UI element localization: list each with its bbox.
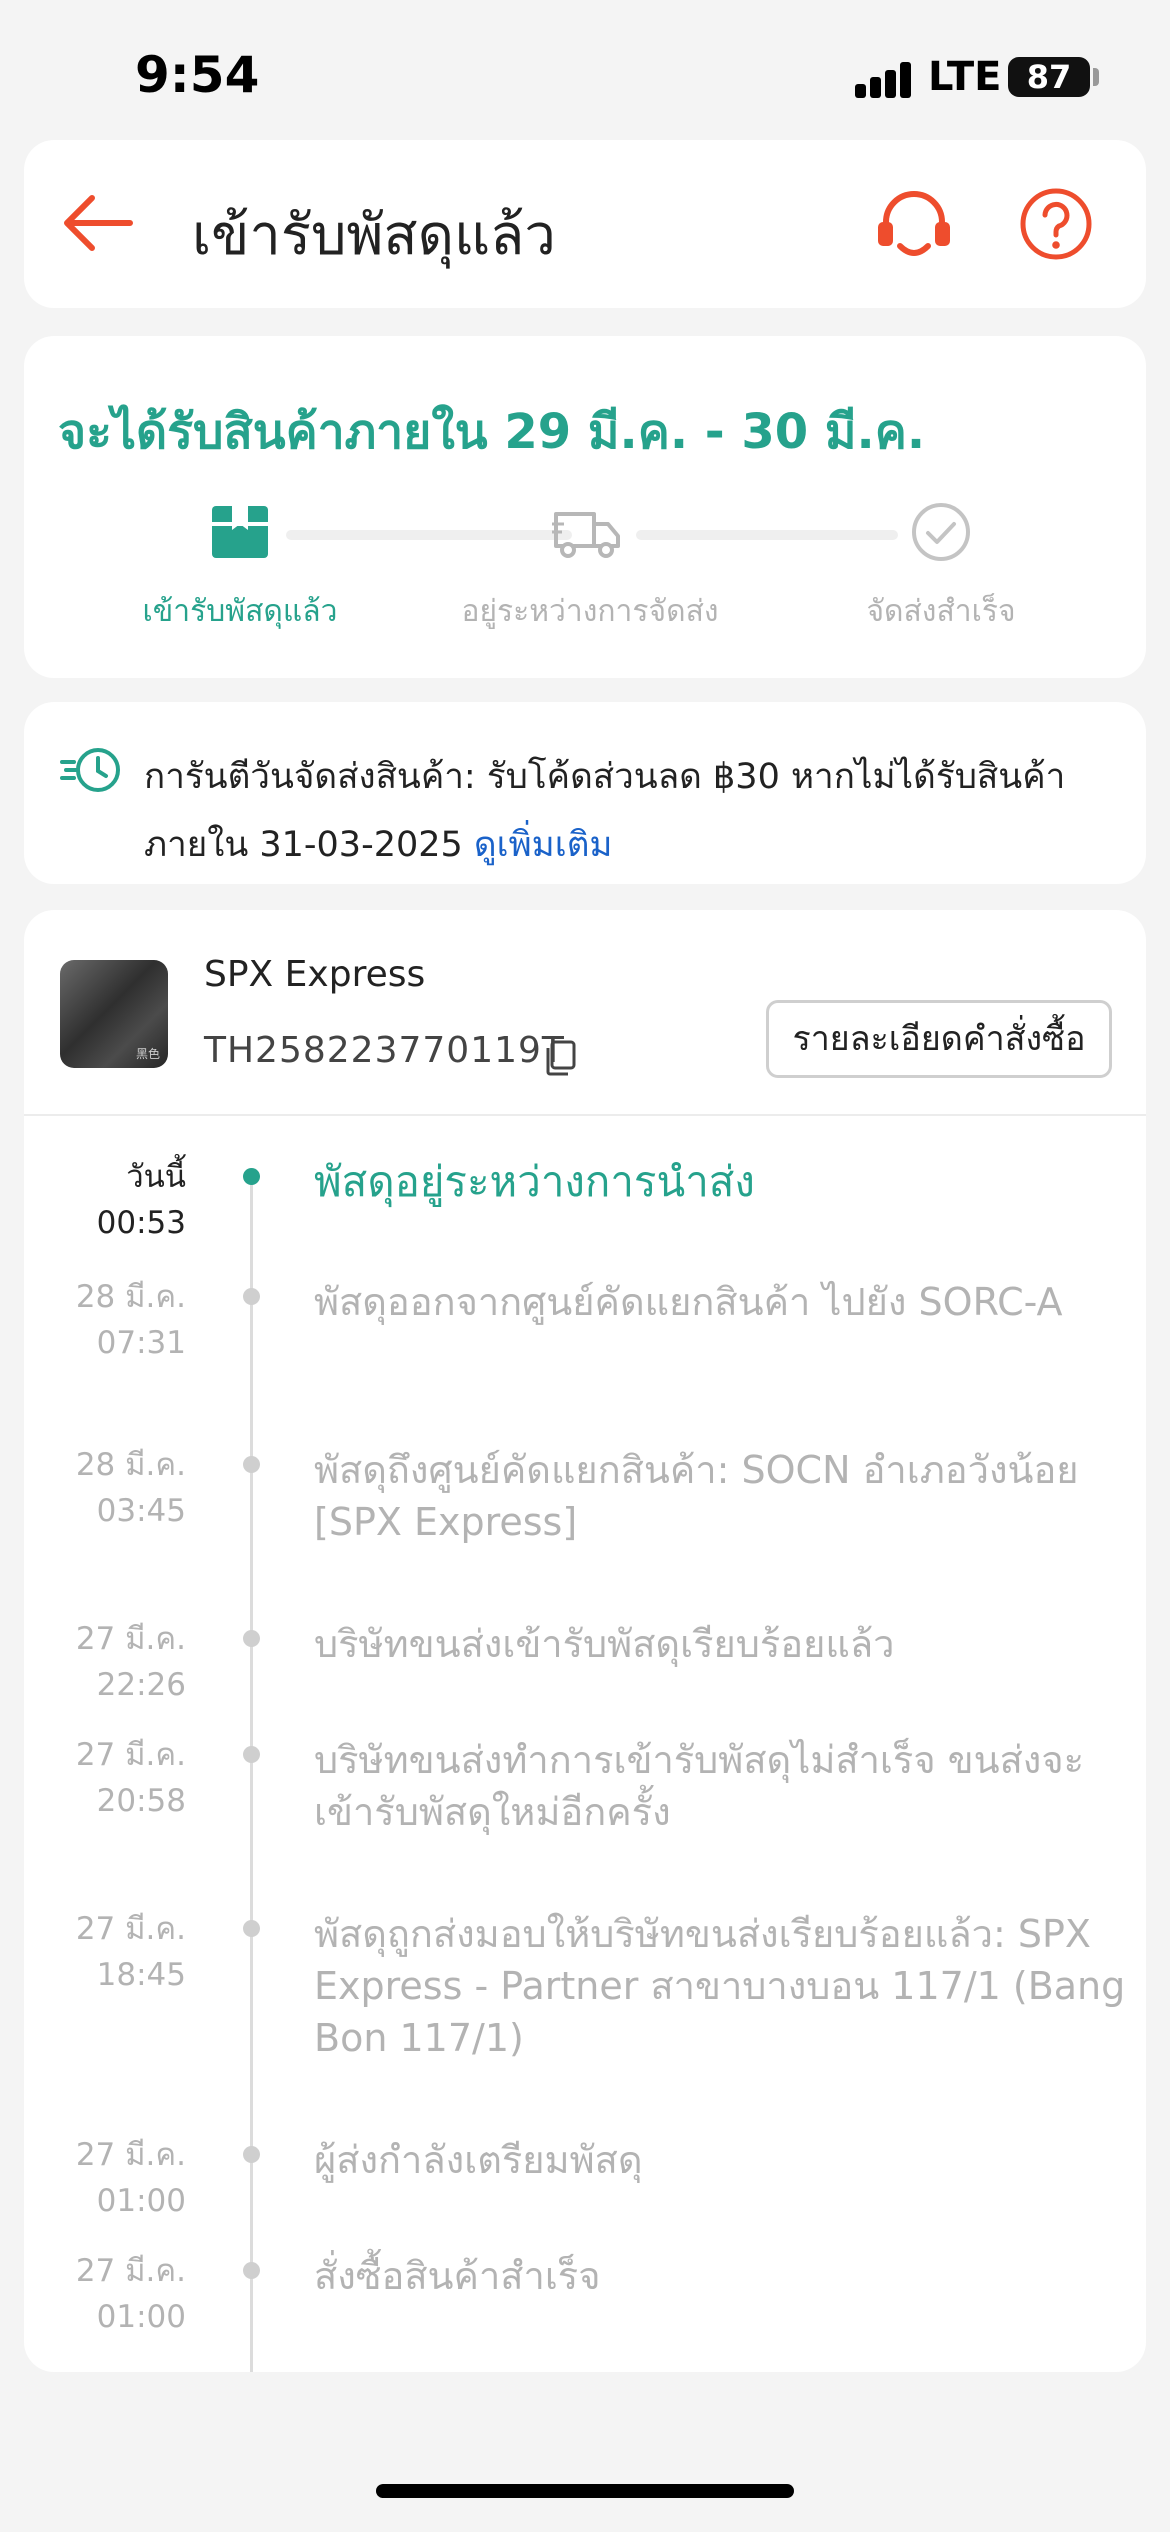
- delivery-progress-card: จะได้รับสินค้าภายใน 29 มี.ค. - 30 มี.ค. …: [24, 336, 1146, 678]
- event-dot: [243, 1288, 260, 1305]
- event-dot: [243, 1746, 260, 1763]
- status-bar: 9:54 LTE 87: [0, 0, 1170, 140]
- signal-icon: [855, 62, 915, 98]
- network-type: LTE: [928, 54, 1002, 100]
- help-icon[interactable]: [1016, 184, 1096, 264]
- header-bar: เข้ารับพัสดุแล้ว: [24, 140, 1146, 308]
- timeline-line: [250, 1172, 253, 2372]
- package-icon: [212, 506, 268, 558]
- event-date: 27 มี.ค. 01:00: [75, 2253, 186, 2335]
- product-thumbnail[interactable]: 黑色: [60, 960, 168, 1068]
- tracking-number: TH258223770119T: [204, 1030, 565, 1071]
- page-title: เข้ารับพัสดุแล้ว: [192, 203, 556, 268]
- thumbnail-mark: 黑色: [135, 1047, 160, 1061]
- headset-icon[interactable]: [874, 186, 954, 266]
- guarantee-date: ภายใน 31-03-2025: [144, 825, 474, 865]
- delivery-guarantee-card: การันตีวันจัดส่งสินค้า: รับโค้ดส่วนลด ฿3…: [24, 702, 1146, 884]
- event-date: 27 มี.ค. 20:58: [75, 1737, 186, 1819]
- status-time: 9:54: [135, 46, 260, 104]
- event-description: ผู้ส่งกำลังเตรียมพัสดุ: [314, 2138, 643, 2182]
- guarantee-text: การันตีวันจัดส่งสินค้า: รับโค้ดส่วนลด ฿3…: [144, 738, 1104, 884]
- event-description: พัสดุถูกส่งมอบให้บริษัทขนส่งเรียบร้อยแล้…: [314, 1912, 1126, 2060]
- see-more-link[interactable]: ดูเพิ่มเติม: [474, 825, 613, 865]
- event-dot: [243, 1168, 260, 1185]
- event-description: บริษัทขนส่งเข้ารับพัสดุเรียบร้อยแล้ว: [314, 1622, 895, 1666]
- divider: [24, 1114, 1146, 1116]
- copy-icon[interactable]: [542, 1038, 578, 1078]
- step-label-delivered: จัดส่งสำเร็จ: [866, 594, 1016, 629]
- event-description: สั่งซื้อสินค้าสำเร็จ: [314, 2254, 601, 2298]
- back-arrow-icon[interactable]: [58, 188, 138, 258]
- event-description: พัสดุออกจากศูนย์คัดแยกสินค้า ไปยัง SORC-…: [314, 1280, 1063, 1324]
- event-date: 28 มี.ค. 07:31: [75, 1279, 186, 1361]
- delivery-eta: จะได้รับสินค้าภายใน 29 มี.ค. - 30 มี.ค.: [58, 404, 926, 460]
- event-dot: [243, 1630, 260, 1647]
- guarantee-line-2: ภายใน 31-03-2025 ดูเพิ่มเติม: [144, 806, 1104, 884]
- truck-icon: [552, 512, 620, 558]
- step-label-in-transit: อยู่ระหว่างการจัดส่ง: [461, 594, 719, 629]
- event-description: บริษัทขนส่งทำการเข้ารับพัสดุไม่สำเร็จ ขน…: [314, 1738, 1085, 1834]
- step-label-picked-up: เข้ารับพัสดุแล้ว: [142, 594, 338, 629]
- progress-line-2: [636, 530, 898, 540]
- tracking-card: 黑色 SPX Express TH258223770119T รายละเอีย…: [24, 910, 1146, 2372]
- event-date: 27 มี.ค. 22:26: [75, 1621, 186, 1703]
- guarantee-line-1: การันตีวันจัดส่งสินค้า: รับโค้ดส่วนลด ฿3…: [144, 757, 1066, 797]
- check-circle-icon: [912, 503, 970, 561]
- progress-line-1: [286, 530, 572, 540]
- event-dot: [243, 2262, 260, 2279]
- carrier-name: SPX Express: [204, 954, 426, 995]
- fast-clock-icon: [60, 748, 120, 792]
- event-date: 28 มี.ค. 03:45: [75, 1447, 186, 1529]
- event-date: 27 มี.ค. 18:45: [75, 1911, 186, 1993]
- event-description: พัสดุอยู่ระหว่างการนำส่ง: [314, 1157, 755, 1206]
- order-details-button[interactable]: รายละเอียดคำสั่งซื้อ: [766, 1000, 1112, 1078]
- event-date: วันนี้ 00:53: [96, 1159, 186, 1241]
- event-dot: [243, 2146, 260, 2163]
- event-description: พัสดุถึงศูนย์คัดแยกสินค้า: SOCN อำเภอวัง…: [314, 1448, 1079, 1544]
- home-indicator[interactable]: [376, 2484, 794, 2498]
- event-date: 27 มี.ค. 01:00: [75, 2137, 186, 2219]
- battery-icon: 87: [1008, 57, 1090, 97]
- battery-tip: [1093, 68, 1099, 86]
- event-dot: [243, 1920, 260, 1937]
- event-dot: [243, 1456, 260, 1473]
